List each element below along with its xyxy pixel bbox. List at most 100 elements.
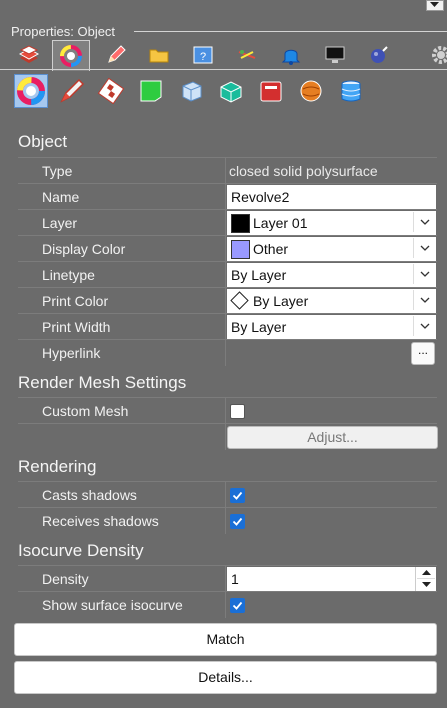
tab-help[interactable]: ?: [185, 42, 221, 68]
triangle-up-icon: [421, 570, 431, 575]
row-show-isocurve: Show surface isocurve: [18, 591, 437, 618]
row-print-width: Print Width By Layer: [18, 313, 437, 340]
color-wheel-icon: [60, 45, 82, 67]
density-spin-buttons: [415, 567, 436, 591]
subtab-material[interactable]: [134, 74, 168, 108]
tab-display[interactable]: [317, 42, 353, 68]
row-hyperlink: Hyperlink ...: [18, 339, 437, 366]
section-rendering: Rendering: [18, 457, 97, 476]
top-strip: [0, 0, 447, 16]
tab-files[interactable]: [141, 42, 177, 68]
adjust-button[interactable]: Adjust...: [227, 426, 438, 449]
display-color-label: Display Color: [42, 241, 126, 257]
row-density: Density 1: [18, 565, 437, 592]
row-name: Name Revolve2: [18, 183, 437, 210]
receives-shadows-checkbox[interactable]: [230, 514, 245, 529]
subtab-attribute-user-text[interactable]: [334, 74, 368, 108]
row-receives-shadows: Receives shadows: [18, 507, 437, 534]
print-width-value: By Layer: [231, 319, 287, 335]
tab-tools[interactable]: [229, 42, 265, 68]
show-isocurve-label: Show surface isocurve: [42, 597, 183, 613]
checkmark-icon: [232, 601, 243, 610]
print-width-dropdown-button[interactable]: [413, 316, 435, 336]
subtab-displacement[interactable]: [294, 74, 328, 108]
tab-settings[interactable]: [423, 42, 447, 68]
tab-drafting[interactable]: [98, 42, 134, 68]
print-width-dropdown[interactable]: By Layer: [227, 315, 436, 339]
chevron-down-icon: [430, 2, 439, 7]
density-spinner[interactable]: 1: [227, 567, 436, 591]
tab-object-properties[interactable]: [52, 40, 90, 71]
custom-mesh-label: Custom Mesh: [42, 403, 129, 419]
svg-text:?: ?: [200, 51, 206, 63]
database-icon: [341, 80, 361, 102]
receives-shadows-label: Receives shadows: [42, 513, 159, 529]
row-linetype: Linetype By Layer: [18, 261, 437, 288]
layer-dropdown[interactable]: Layer 01: [227, 211, 436, 235]
checker-tube-icon: [97, 77, 125, 105]
tab-notifications[interactable]: [273, 42, 309, 68]
linetype-value: By Layer: [231, 267, 287, 283]
chevron-down-icon: [420, 297, 429, 303]
gear-icon: [432, 46, 447, 64]
chevron-down-icon: [420, 219, 429, 225]
name-label: Name: [42, 189, 80, 205]
display-color-dropdown[interactable]: Other: [227, 237, 436, 261]
subtab-drafting[interactable]: [54, 74, 88, 108]
print-color-value: By Layer: [253, 293, 309, 309]
linetype-dropdown-button[interactable]: [413, 264, 435, 284]
row-custom-mesh: Custom Mesh: [18, 397, 437, 424]
subtab-texture-mapping[interactable]: [94, 74, 128, 108]
row-casts-shadows: Casts shadows: [18, 481, 437, 508]
tools-icon: [238, 50, 256, 59]
linetype-dropdown[interactable]: By Layer: [227, 263, 436, 287]
print-color-label: Print Color: [42, 293, 109, 309]
tab-layers[interactable]: [11, 42, 47, 68]
checkmark-icon: [232, 491, 243, 500]
details-button[interactable]: Details...: [14, 661, 437, 694]
glass-cube-icon: [182, 81, 202, 102]
density-decrement-button[interactable]: [417, 579, 435, 590]
subtab-texture[interactable]: [214, 74, 248, 108]
row-print-color: Print Color By Layer: [18, 287, 437, 314]
row-type: Type closed solid polysurface: [18, 157, 437, 184]
match-button[interactable]: Match: [14, 623, 437, 656]
panel-title: Properties: Object: [11, 24, 116, 39]
properties-tab-bar: ?: [0, 40, 447, 71]
print-color-dropdown-button[interactable]: [413, 290, 435, 310]
subtab-object[interactable]: [14, 74, 48, 108]
title-divider: [134, 31, 447, 32]
custom-mesh-checkbox[interactable]: [230, 404, 245, 419]
monitor-icon: [325, 46, 345, 63]
by-layer-diamond-icon: [230, 291, 249, 310]
density-increment-button[interactable]: [417, 567, 435, 579]
casts-shadows-checkbox[interactable]: [230, 488, 245, 503]
bell-icon: [281, 49, 301, 65]
tab-rendering[interactable]: [361, 42, 397, 68]
section-render-mesh: Render Mesh Settings: [18, 373, 187, 392]
subtab-environment[interactable]: [174, 74, 208, 108]
linetype-label: Linetype: [42, 267, 95, 283]
help-window-icon: ?: [193, 46, 213, 64]
hyperlink-browse-button[interactable]: ...: [411, 342, 435, 365]
tab-divider: [0, 69, 447, 70]
layer-color-swatch: [231, 214, 250, 233]
orange-ball-icon: [300, 80, 322, 102]
layer-dropdown-button[interactable]: [413, 212, 435, 232]
show-isocurve-checkbox[interactable]: [230, 598, 245, 613]
type-value: closed solid polysurface: [229, 163, 378, 179]
display-color-dropdown-button[interactable]: [413, 238, 435, 258]
section-object: Object: [18, 132, 68, 151]
display-color-value: Other: [253, 241, 289, 257]
print-color-dropdown[interactable]: By Layer: [227, 289, 436, 313]
name-field[interactable]: Revolve2: [227, 185, 436, 209]
teal-cube-icon: [220, 81, 242, 103]
scroll-down-button[interactable]: [426, 0, 444, 11]
red-box-icon: [260, 81, 282, 102]
row-adjust: Adjust...: [18, 423, 438, 450]
hyperlink-label: Hyperlink: [42, 345, 101, 361]
chevron-down-icon: [420, 271, 429, 277]
section-isocurve-density: Isocurve Density: [18, 541, 144, 560]
print-width-label: Print Width: [42, 319, 111, 335]
subtab-decals[interactable]: [254, 74, 288, 108]
